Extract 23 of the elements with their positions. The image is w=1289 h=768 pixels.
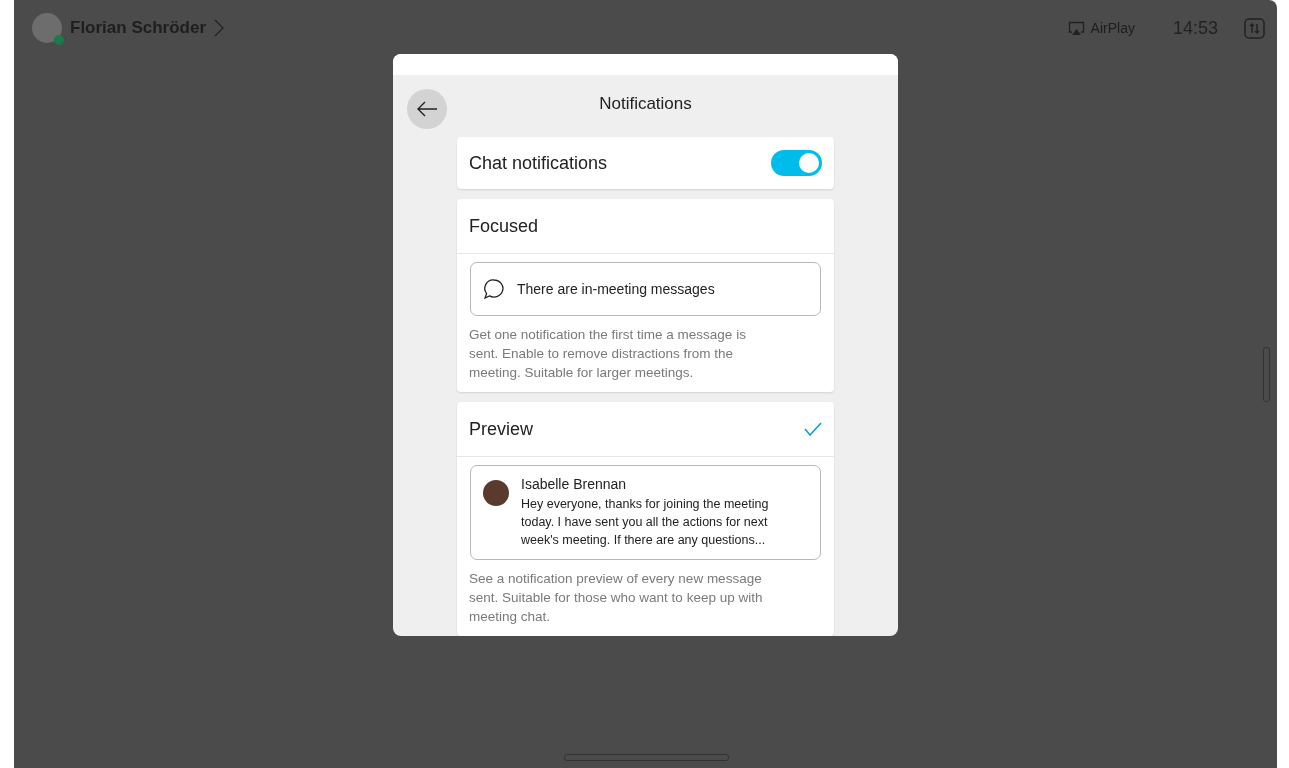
chevron-right-icon[interactable] (214, 19, 225, 37)
dialog-title: Notifications (599, 94, 692, 114)
option-title: Focused (469, 215, 539, 237)
back-button[interactable] (407, 89, 447, 129)
sender-name: Isabelle Brennan (521, 476, 628, 492)
scroll-handle[interactable] (1263, 347, 1270, 402)
option-title: Preview (469, 418, 534, 440)
back-arrow-icon (416, 101, 438, 117)
home-indicator[interactable] (564, 754, 729, 761)
notification-option[interactable]: Focused There are in-meeting messages Get one notification the first time a message is sent. Enable to remove distractions from the meeting. Suitable for larger meetings. (457, 199, 834, 392)
sort-arrows-icon[interactable] (1244, 17, 1265, 39)
chat-bubble-icon (483, 278, 505, 300)
example-text: There are in-meeting messages (517, 281, 715, 297)
notification-option[interactable] (457, 402, 834, 636)
checkmark-icon (804, 422, 822, 436)
toggle-switch[interactable] (771, 150, 822, 176)
screen-cast-icon (1067, 20, 1085, 36)
message-text: Hey everyone, thanks for joining the meeting today. I have sent you all the actions for next week's meeting. If there are any questions... (521, 496, 770, 549)
option-description: See a notification preview of every new message sent. Suitable for those who want to keep up with meeting chat. (468, 570, 764, 626)
avatar-placeholder (483, 480, 509, 506)
avatar-placeholder[interactable] (32, 13, 62, 43)
option-description: Get one notification the first time a message is sent. Enable to remove distractions from the meeting. Suitable for larger meetings. (468, 326, 747, 382)
setting-label: Chat notifications (469, 152, 608, 174)
